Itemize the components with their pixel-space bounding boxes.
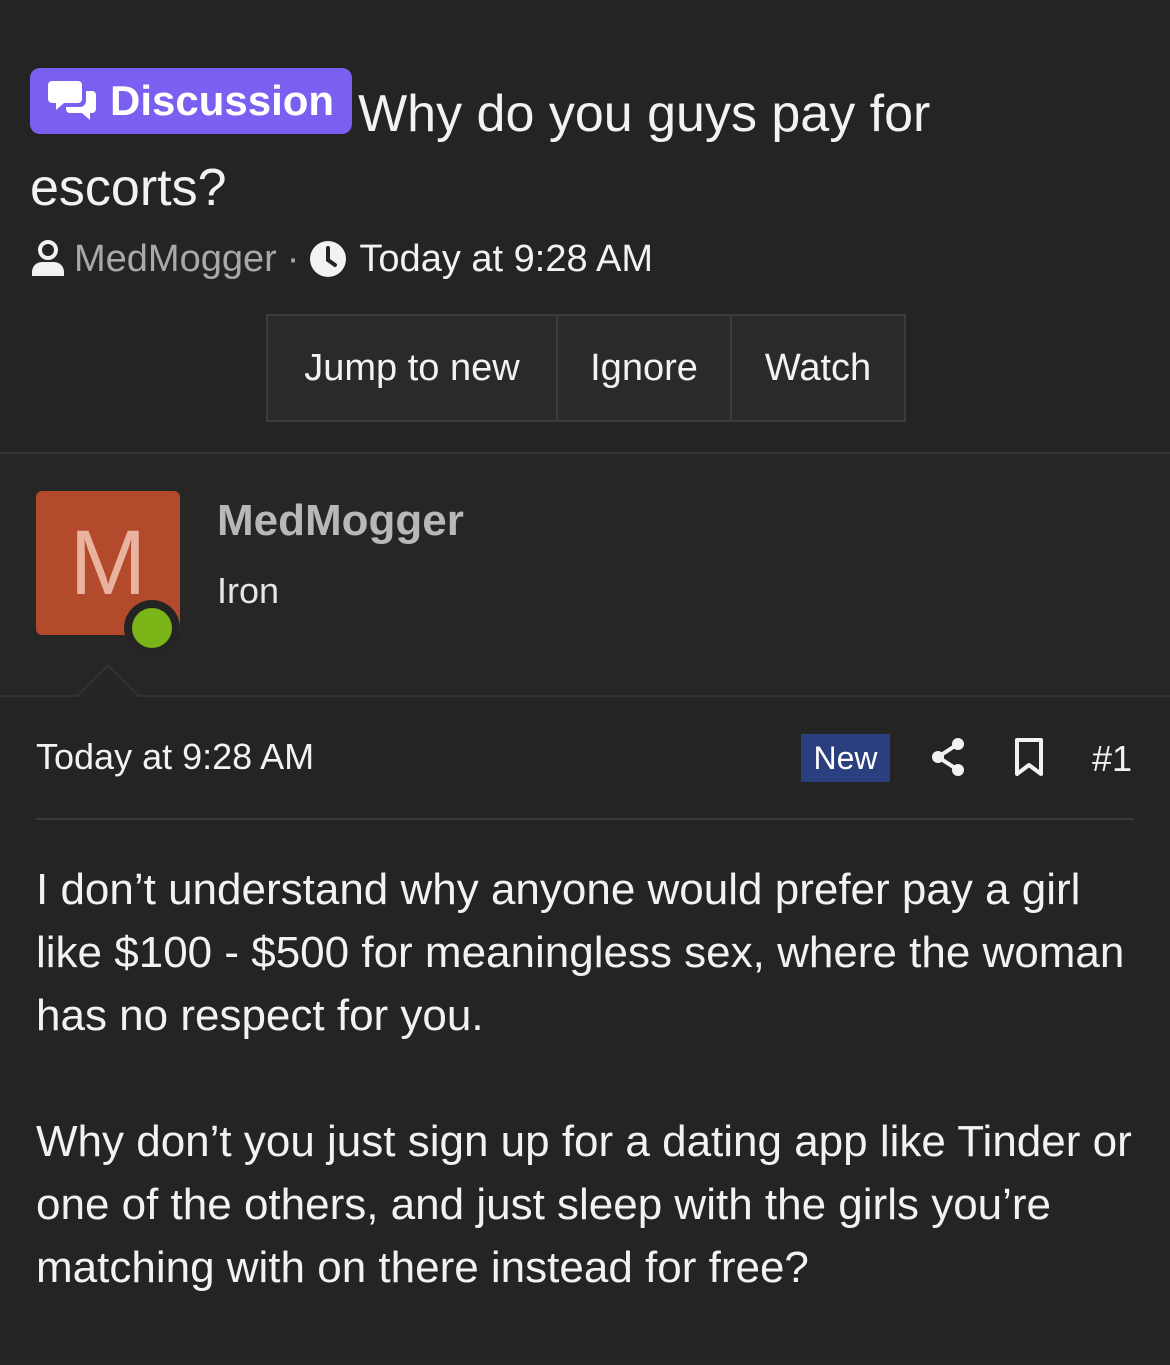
post-body: I don’t understand why anyone would pref…: [36, 858, 1146, 1362]
post-date[interactable]: Today at 9:28 AM: [36, 736, 314, 778]
thread-meta: MedMogger · Today at 9:28 AM: [30, 232, 653, 286]
post-username[interactable]: MedMogger: [217, 496, 464, 546]
thread-author-link[interactable]: MedMogger: [74, 238, 277, 281]
prefix-label: Discussion: [110, 77, 335, 124]
clock-icon: [310, 241, 347, 277]
post-paragraph: Why don’t you just sign up for a dating …: [36, 1117, 1132, 1292]
thread-header: Discussion Why do you guys pay for escor…: [0, 0, 1170, 452]
comments-icon: [48, 81, 96, 120]
prefix-badge[interactable]: Discussion: [30, 68, 353, 134]
meta-separator: ·: [286, 237, 300, 280]
watch-button[interactable]: Watch: [732, 316, 904, 420]
post-header-divider: [36, 818, 1134, 820]
user-arrow-fill: [78, 667, 138, 697]
post-number-link[interactable]: #1: [1092, 738, 1132, 780]
user-rank: Iron: [217, 570, 280, 611]
user-icon: [32, 240, 64, 276]
new-badge: New: [801, 734, 890, 782]
thread-actions: Jump to new Ignore Watch: [266, 314, 906, 422]
share-icon[interactable]: [930, 737, 966, 777]
user-block-divider: [0, 695, 1170, 697]
bookmark-icon[interactable]: [1013, 737, 1045, 777]
ignore-button[interactable]: Ignore: [558, 316, 732, 420]
post-paragraph: I don’t understand why anyone would pref…: [36, 865, 1125, 1040]
jump-to-new-button[interactable]: Jump to new: [268, 316, 558, 420]
thread-time[interactable]: Today at 9:28 AM: [359, 238, 653, 281]
online-indicator: [124, 600, 180, 656]
post-user-block: M MedMogger Iron: [0, 454, 1170, 696]
thread-title: Discussion Why do you guys pay for escor…: [30, 68, 1130, 225]
